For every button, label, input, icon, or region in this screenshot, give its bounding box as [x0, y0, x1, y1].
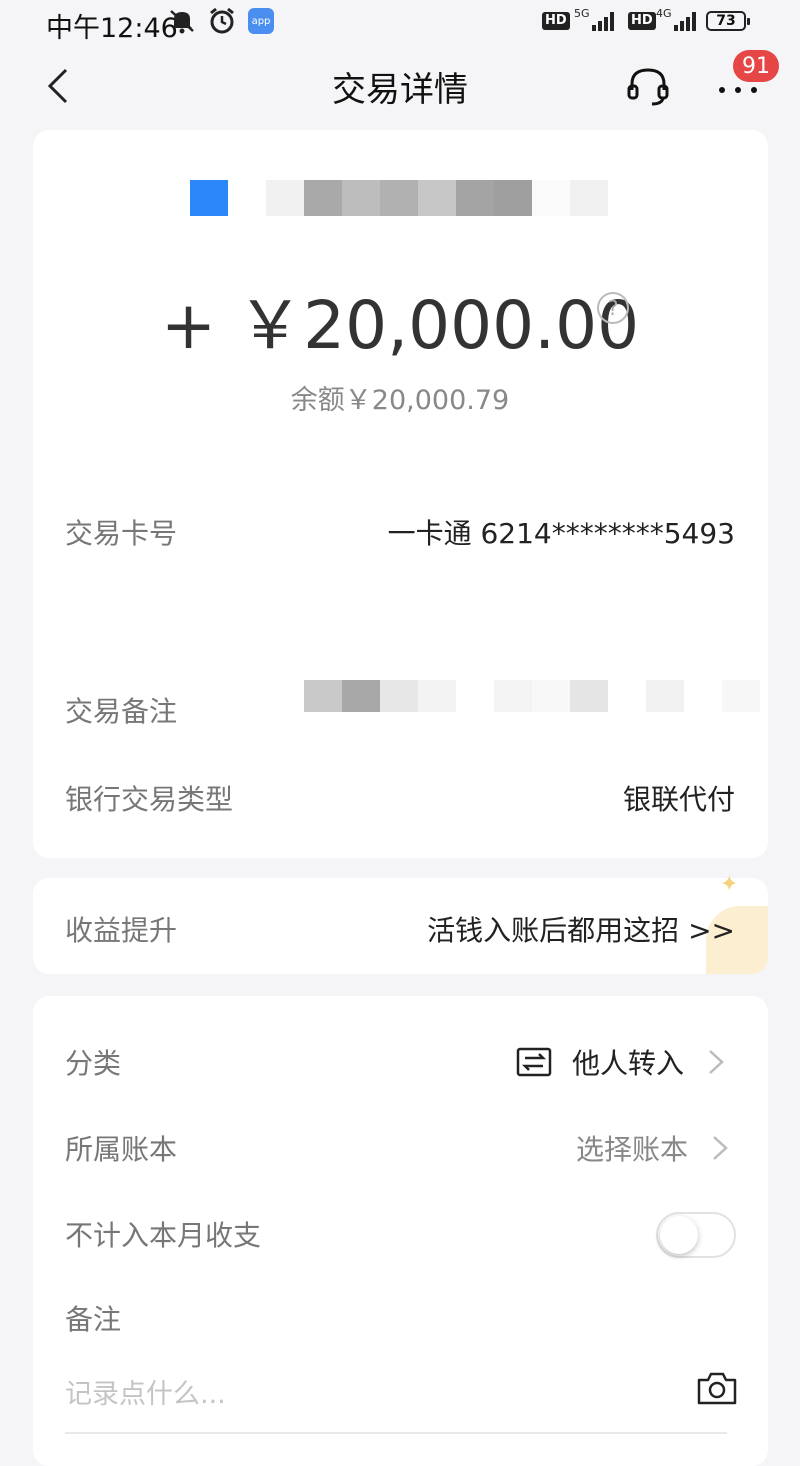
status-time: 中午12:46: [46, 13, 178, 44]
chevron-right-icon: [713, 1136, 728, 1160]
card-number-label: 交易卡号: [65, 517, 178, 550]
transfer-icon: [516, 1047, 552, 1077]
ledger-selector[interactable]: 选择账本: [576, 1128, 728, 1168]
category-selector[interactable]: 他人转入: [516, 1042, 724, 1082]
promo-label: 收益提升: [65, 914, 178, 947]
category-value: 他人转入: [572, 1047, 685, 1080]
transaction-card: [33, 130, 768, 858]
redacted-remark-value: [304, 680, 764, 712]
note-label: 备注: [65, 1303, 122, 1336]
chevron-right-icon: [709, 1050, 724, 1074]
remark-label: 交易备注: [65, 695, 178, 728]
battery-icon: 73: [706, 8, 750, 34]
ledger-label: 所属账本: [65, 1133, 178, 1166]
note-divider: [65, 1432, 727, 1434]
hd-badge-1: HD: [542, 8, 570, 34]
net-4g-label: 4G: [656, 6, 672, 20]
customer-service-button[interactable]: [624, 64, 672, 108]
note-input[interactable]: 记录点什么...: [65, 1372, 226, 1411]
account-balance: 余额￥20,000.79: [290, 385, 510, 416]
transaction-amount: + ￥20,000.00: [160, 287, 640, 364]
headset-icon: [627, 68, 669, 106]
help-icon[interactable]: ?: [597, 292, 629, 324]
bank-type-value: 银联代付: [622, 783, 735, 816]
alarm-icon: [208, 7, 236, 34]
battery-level: 73: [706, 11, 750, 31]
bank-type-label: 银行交易类型: [65, 783, 234, 816]
card-number-value: 一卡通 6214********5493: [387, 517, 735, 550]
merchant-logo: [190, 180, 228, 216]
promo-link[interactable]: 活钱入账后都用这招 >>: [427, 909, 735, 949]
category-label: 分类: [65, 1047, 122, 1080]
signal-4g-icon: 4G: [656, 6, 696, 34]
redacted-merchant-name: [190, 180, 610, 216]
net-5g-label: 5G: [574, 6, 590, 20]
exclude-toggle[interactable]: [656, 1212, 736, 1258]
ledger-value: 选择账本: [576, 1133, 689, 1166]
page-title: 交易详情: [332, 70, 468, 110]
hd-badge-2: HD: [628, 8, 656, 34]
app-notification-icon: app: [248, 8, 274, 34]
notification-badge: 91: [733, 50, 779, 82]
exclude-label: 不计入本月收支: [65, 1219, 262, 1252]
sparkle-icon: ✦: [720, 872, 739, 897]
mute-icon: [168, 8, 196, 34]
camera-icon: [697, 1372, 737, 1405]
toggle-knob: [660, 1216, 698, 1254]
app-icon-label: app: [248, 8, 274, 34]
camera-button[interactable]: [696, 1370, 738, 1410]
hd-label-2: HD: [628, 12, 656, 30]
signal-5g-icon: 5G: [574, 6, 614, 34]
hd-label: HD: [542, 12, 570, 30]
